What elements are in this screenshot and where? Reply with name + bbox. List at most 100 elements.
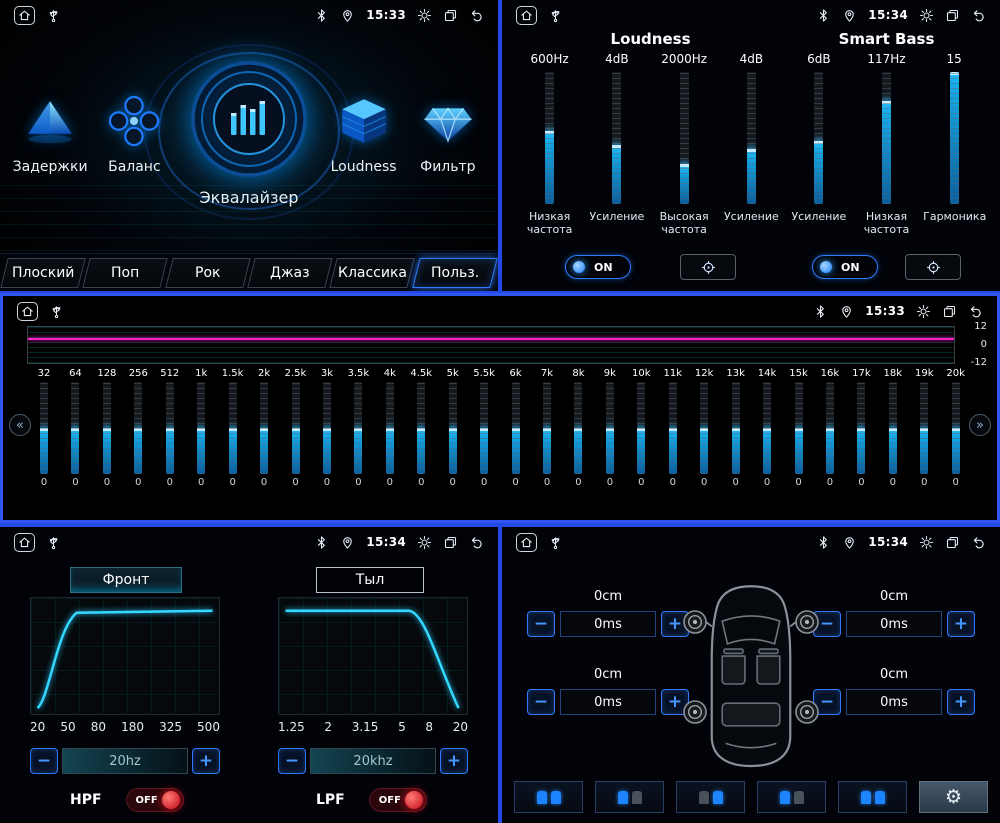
loudness-cube-icon[interactable] (335, 92, 393, 154)
bluetooth-icon[interactable] (813, 304, 828, 319)
bluetooth-icon[interactable] (314, 8, 329, 23)
band-slider[interactable] (637, 382, 645, 474)
brightness-icon[interactable] (417, 8, 432, 23)
eq-band-512[interactable]: 5120 (157, 368, 183, 514)
eq-band-10k[interactable]: 10k0 (628, 368, 654, 514)
loudness-reset-button[interactable] (680, 254, 736, 280)
eq-band-1.5k[interactable]: 1.5k0 (220, 368, 246, 514)
gps-icon[interactable] (842, 535, 857, 550)
eq-band-16k[interactable]: 16k0 (817, 368, 843, 514)
eq-band-2k[interactable]: 2k0 (251, 368, 277, 514)
smart-bass-on-toggle[interactable]: ON (812, 255, 878, 279)
bluetooth-icon[interactable] (816, 535, 831, 550)
eq-band-14k[interactable]: 14k0 (754, 368, 780, 514)
usb-icon[interactable] (46, 8, 61, 23)
band-slider[interactable] (260, 382, 268, 474)
hpf-plus-button[interactable]: + (192, 748, 220, 774)
preset-tab-4[interactable]: Классика (330, 258, 416, 288)
eq-band-1k[interactable]: 1k0 (188, 368, 214, 514)
gps-icon[interactable] (340, 8, 355, 23)
eq-band-6k[interactable]: 6k0 (503, 368, 529, 514)
band-slider[interactable] (732, 382, 740, 474)
hpf-frequency-slider[interactable]: 20hz (62, 748, 188, 774)
back-icon[interactable] (968, 304, 983, 319)
brightness-icon[interactable] (417, 535, 432, 550)
eq-band-128[interactable]: 1280 (94, 368, 120, 514)
band-slider[interactable] (669, 382, 677, 474)
loudness-on-toggle[interactable]: ON (565, 255, 631, 279)
band-slider[interactable] (417, 382, 425, 474)
slider-track[interactable] (950, 72, 959, 204)
brightness-icon[interactable] (919, 8, 934, 23)
loudness-slider-4[interactable]: 6dBУсиление (788, 52, 850, 237)
menu-item-loudness-cube[interactable]: Loudness (321, 92, 405, 175)
band-slider[interactable] (826, 382, 834, 474)
eq-band-8k[interactable]: 8k0 (565, 368, 591, 514)
brightness-icon[interactable] (916, 304, 931, 319)
eq-band-4k[interactable]: 4k0 (377, 368, 403, 514)
eq-band-256[interactable]: 2560 (125, 368, 151, 514)
band-slider[interactable] (763, 382, 771, 474)
slider-track[interactable] (882, 72, 891, 204)
eq-band-20k[interactable]: 20k0 (943, 368, 969, 514)
lpf-off-toggle[interactable]: OFF (369, 788, 427, 812)
lpf-plus-button[interactable]: + (440, 748, 468, 774)
delay-minus-button[interactable]: − (527, 611, 555, 637)
eq-band-13k[interactable]: 13k0 (723, 368, 749, 514)
usb-icon[interactable] (49, 304, 64, 319)
preset-tab-5[interactable]: Польз. (412, 258, 498, 288)
hpf-minus-button[interactable]: − (30, 748, 58, 774)
band-slider[interactable] (323, 382, 331, 474)
band-slider[interactable] (543, 382, 551, 474)
preset-tab-2[interactable]: Рок (165, 258, 251, 288)
back-icon[interactable] (469, 8, 484, 23)
band-slider[interactable] (292, 382, 300, 474)
eq-band-19k[interactable]: 19k0 (911, 368, 937, 514)
slider-track[interactable] (747, 72, 756, 204)
preset-tab-0[interactable]: Плоский (0, 258, 86, 288)
band-slider[interactable] (920, 382, 928, 474)
recent-apps-icon[interactable] (942, 304, 957, 319)
menu-item-equalizer[interactable]: Эквалайзер (177, 59, 322, 207)
band-slider[interactable] (574, 382, 582, 474)
lpf-frequency-slider[interactable]: 20khz (310, 748, 436, 774)
tab-rear[interactable]: Тыл (316, 567, 424, 593)
slider-track[interactable] (680, 72, 689, 204)
band-slider[interactable] (480, 382, 488, 474)
band-slider[interactable] (700, 382, 708, 474)
home-icon[interactable] (14, 6, 35, 25)
tab-front[interactable]: Фронт (70, 567, 182, 593)
delay-layers-icon[interactable] (21, 92, 79, 154)
back-icon[interactable] (469, 535, 484, 550)
eq-band-3.5k[interactable]: 3.5k0 (345, 368, 371, 514)
eq-band-4.5k[interactable]: 4.5k0 (408, 368, 434, 514)
loudness-slider-3[interactable]: 4dBУсиление (720, 52, 782, 237)
home-icon[interactable] (516, 533, 537, 552)
recent-apps-icon[interactable] (945, 8, 960, 23)
scroll-right-button[interactable]: » (969, 414, 991, 436)
delay-minus-button[interactable]: − (527, 689, 555, 715)
eq-band-15k[interactable]: 15k0 (786, 368, 812, 514)
hpf-off-toggle[interactable]: OFF (126, 788, 184, 812)
brightness-icon[interactable] (919, 535, 934, 550)
band-slider[interactable] (134, 382, 142, 474)
band-slider[interactable] (229, 382, 237, 474)
slider-track[interactable] (612, 72, 621, 204)
band-slider[interactable] (889, 382, 897, 474)
loudness-slider-2[interactable]: 2000HzВысокая частота (653, 52, 715, 237)
position-button-settings[interactable]: ⚙ (919, 781, 988, 813)
eq-band-7k[interactable]: 7k0 (534, 368, 560, 514)
band-slider[interactable] (40, 382, 48, 474)
usb-icon[interactable] (548, 535, 563, 550)
eq-band-11k[interactable]: 11k0 (660, 368, 686, 514)
slider-track[interactable] (814, 72, 823, 204)
band-slider[interactable] (512, 382, 520, 474)
eq-band-17k[interactable]: 17k0 (848, 368, 874, 514)
loudness-slider-1[interactable]: 4dBУсиление (586, 52, 648, 237)
eq-band-5.5k[interactable]: 5.5k0 (471, 368, 497, 514)
band-slider[interactable] (795, 382, 803, 474)
home-icon[interactable] (14, 533, 35, 552)
band-slider[interactable] (71, 382, 79, 474)
recent-apps-icon[interactable] (443, 535, 458, 550)
delay-plus-button[interactable]: + (947, 689, 975, 715)
